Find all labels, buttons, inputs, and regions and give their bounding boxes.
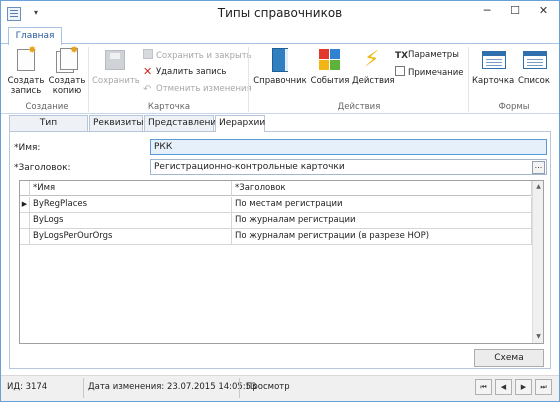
create-record-label-1: Создать xyxy=(7,76,45,86)
group-label-actions: Действия xyxy=(337,102,381,112)
header-field[interactable]: Регистрационно-контрольные карточки xyxy=(150,159,547,175)
card-form-icon xyxy=(481,48,506,72)
group-label-forms: Формы xyxy=(498,102,530,112)
cell-name[interactable]: ByLogs xyxy=(30,213,232,229)
header-label: *Заголовок: xyxy=(14,163,71,173)
ribbon: ✸ Создать запись ✸ Создать копию Создани… xyxy=(1,43,559,114)
form-list-label: Список xyxy=(517,76,551,86)
row-selector-header xyxy=(20,181,30,196)
row-selector xyxy=(20,229,30,245)
tab-requisites[interactable]: Реквизиты xyxy=(89,115,144,131)
delete-record-label: Удалить запись xyxy=(156,67,227,77)
form-card-button[interactable]: Карточка xyxy=(472,48,514,86)
nav-last-button[interactable]: ⏭ xyxy=(535,379,552,395)
hierarchies-table: *Имя *Заголовок ▶ ByRegPlaces По местам … xyxy=(19,180,544,344)
title-bar: ▾ Типы справочников ─ ☐ ✕ xyxy=(1,1,559,27)
cancel-changes-label: Отменить изменения xyxy=(156,84,252,94)
status-divider xyxy=(239,378,240,398)
save-close-button[interactable]: Сохранить и закрыть xyxy=(143,49,252,62)
header-select-button[interactable]: ... xyxy=(532,161,545,174)
vertical-scrollbar[interactable]: ▲ ▼ xyxy=(532,181,543,343)
events-button[interactable]: События xyxy=(309,48,351,86)
save-button[interactable]: Сохранить xyxy=(92,48,140,86)
group-label-card: Карточка xyxy=(147,102,191,112)
header-value: Регистрационно-контрольные карточки xyxy=(154,162,345,172)
tab-hierarchies[interactable]: Иерархии xyxy=(215,115,265,132)
save-icon xyxy=(103,48,127,72)
group-label-create: Создание xyxy=(25,102,69,112)
maximize-button[interactable]: ☐ xyxy=(500,1,530,21)
delete-record-button[interactable]: ✕ Удалить запись xyxy=(143,66,226,79)
cell-name[interactable]: ByRegPlaces xyxy=(30,197,232,213)
create-copy-label-2: копию xyxy=(52,86,82,96)
cell-title[interactable]: По местам регистрации xyxy=(232,197,532,213)
schema-button[interactable]: Схема xyxy=(474,349,544,367)
ribbon-tab-strip: Главная xyxy=(1,27,559,45)
status-mode: Просмотр xyxy=(246,382,290,392)
table-row[interactable]: ByLogsPerOurOrgs По журналам регистрации… xyxy=(20,229,532,245)
nav-first-button[interactable]: ⏮ xyxy=(475,379,492,395)
save-close-icon xyxy=(143,49,153,59)
note-icon xyxy=(395,66,405,76)
form-card-label: Карточка xyxy=(472,76,515,86)
list-form-icon xyxy=(522,48,547,72)
name-field[interactable]: РКК xyxy=(150,139,547,155)
lightning-icon: ⚡ xyxy=(364,47,380,72)
tab-views[interactable]: Представления xyxy=(144,115,222,131)
column-header-name[interactable]: *Имя xyxy=(30,181,232,196)
undo-icon: ↶ xyxy=(143,84,152,95)
parameters-button[interactable]: TXПараметры xyxy=(395,49,459,62)
column-header-title[interactable]: *Заголовок xyxy=(232,181,532,196)
create-record-label-2: запись xyxy=(10,86,42,96)
events-label: События xyxy=(310,76,350,86)
cancel-changes-button[interactable]: ↶ Отменить изменения xyxy=(143,83,252,96)
new-document-icon: ✸ xyxy=(14,46,38,72)
group-divider xyxy=(88,47,89,112)
status-bar: ИД: 3174 Дата изменения: 23.07.2015 14:0… xyxy=(1,375,559,401)
save-label: Сохранить xyxy=(92,76,140,86)
status-modified: Дата изменения: 23.07.2015 14:05:53 xyxy=(88,382,257,392)
tab-content: *Имя: РКК *Заголовок: Регистрационно-кон… xyxy=(9,131,551,369)
current-row-icon: ▶ xyxy=(20,197,30,213)
reference-button[interactable]: Справочник xyxy=(253,48,307,86)
form-list-button[interactable]: Список xyxy=(515,48,553,86)
group-divider xyxy=(468,47,469,112)
note-label: Примечание xyxy=(408,68,464,78)
save-close-label: Сохранить и закрыть xyxy=(156,51,252,61)
reference-label: Справочник xyxy=(253,76,307,86)
card-tabs: Тип справочника Реквизиты Представления … xyxy=(9,115,551,143)
tab-home[interactable]: Главная xyxy=(8,27,62,45)
book-icon xyxy=(268,48,292,72)
cell-title[interactable]: По журналам регистрации xyxy=(232,213,532,229)
cell-name[interactable]: ByLogsPerOurOrgs xyxy=(30,229,232,245)
status-id: ИД: 3174 xyxy=(7,382,48,392)
status-divider xyxy=(83,378,84,398)
cell-title[interactable]: По журналам регистрации (в разрезе НОР) xyxy=(232,229,532,245)
table-row[interactable]: ▶ ByRegPlaces По местам регистрации xyxy=(20,197,532,213)
scroll-down-icon[interactable]: ▼ xyxy=(533,331,544,343)
nav-next-button[interactable]: ▶ xyxy=(515,379,532,395)
group-divider xyxy=(248,47,249,112)
actions-button[interactable]: ⚡ Действия xyxy=(352,47,395,87)
parameters-icon: TX xyxy=(395,51,409,61)
create-record-button[interactable]: ✸ Создать запись xyxy=(7,46,45,97)
row-selector xyxy=(20,213,30,229)
nav-prev-button[interactable]: ◀ xyxy=(495,379,512,395)
main-window: ▾ Типы справочников ─ ☐ ✕ Главная ✸ Созд… xyxy=(0,0,560,402)
delete-icon: ✕ xyxy=(143,65,153,78)
copy-document-icon: ✸ xyxy=(55,46,79,73)
name-label: *Имя: xyxy=(14,143,41,153)
scroll-up-icon[interactable]: ▲ xyxy=(533,181,544,193)
close-button[interactable]: ✕ xyxy=(528,1,559,21)
create-copy-button[interactable]: ✸ Создать копию xyxy=(48,46,86,97)
events-icon xyxy=(318,48,342,72)
table-header: *Имя *Заголовок xyxy=(20,181,532,196)
note-button[interactable]: Примечание xyxy=(395,66,464,79)
create-copy-label-1: Создать xyxy=(48,76,86,86)
minimize-button[interactable]: ─ xyxy=(472,1,502,21)
tab-reference-type[interactable]: Тип справочника xyxy=(9,115,88,143)
parameters-label: Параметры xyxy=(408,50,459,60)
table-row[interactable]: ByLogs По журналам регистрации xyxy=(20,213,532,229)
actions-label: Действия xyxy=(352,76,395,86)
